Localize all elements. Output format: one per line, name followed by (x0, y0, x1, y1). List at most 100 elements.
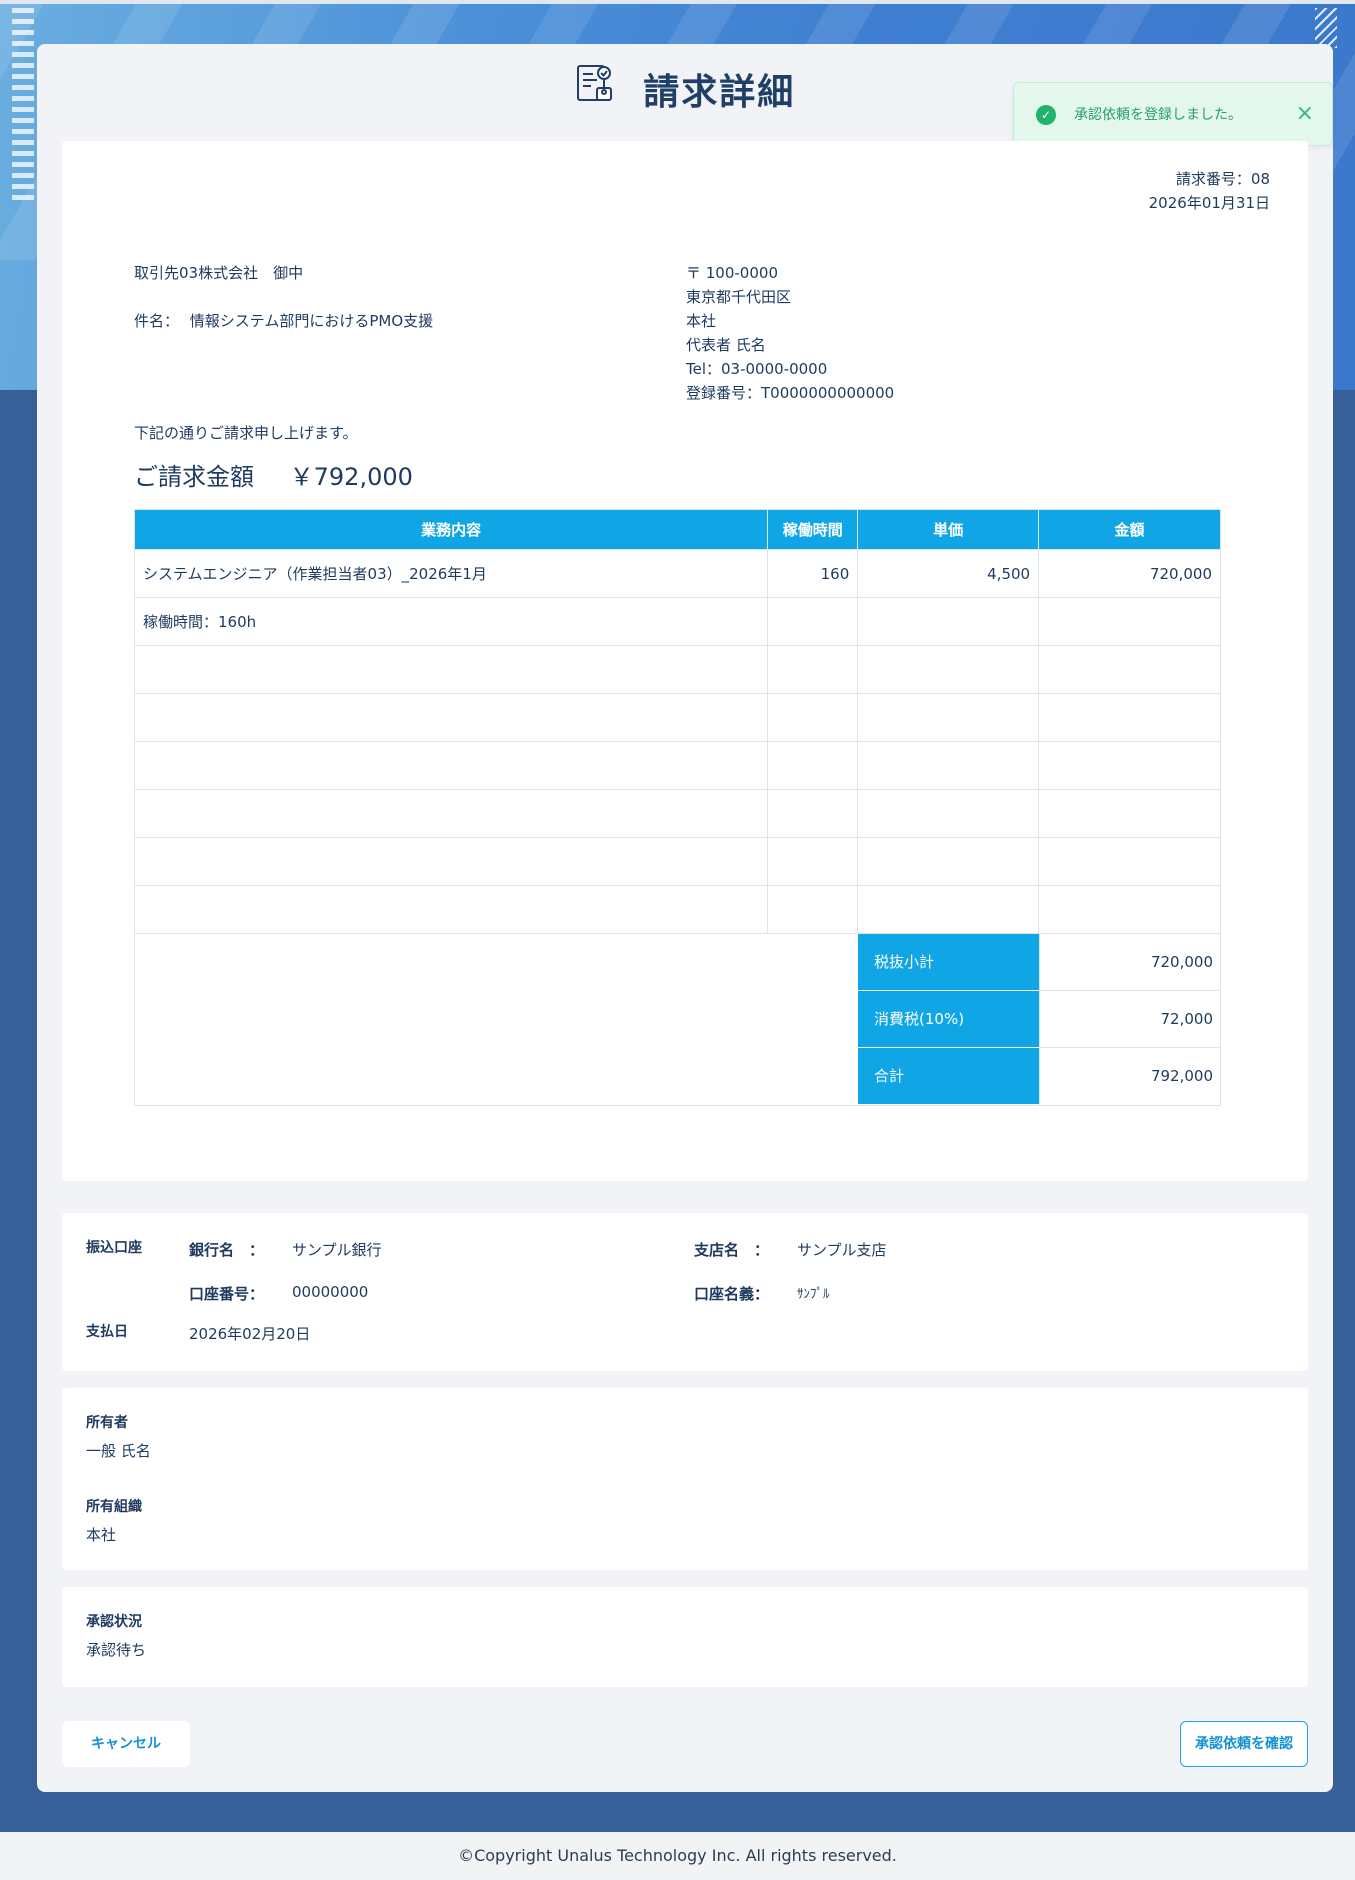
close-icon[interactable]: × (1296, 101, 1314, 127)
total-label: ご請求金額 (134, 463, 254, 491)
grand-total-value: 792,000 (1039, 1048, 1221, 1105)
table-cell (767, 837, 859, 886)
table-cell (133, 693, 769, 742)
footer-copyright: ©Copyright Unalus Technology Inc. All ri… (0, 1832, 1355, 1880)
table-cell (857, 741, 1040, 790)
tax-value: 72,000 (1039, 991, 1221, 1048)
column-header: 稼働時間 (767, 509, 859, 550)
sender-tel: Tel：03-0000-0000 (686, 360, 828, 378)
table-row (133, 837, 1221, 886)
tax-label: 消費税(10%) (858, 991, 1039, 1047)
table-row (133, 789, 1221, 838)
approval-status-value: 承認待ち (86, 1641, 147, 1659)
grand-total-label: 合計 (858, 1048, 1039, 1104)
table-cell (767, 885, 859, 934)
intro-text: 下記の通りご請求申し上げます。 (134, 424, 358, 442)
subtotal-value: 720,000 (1039, 934, 1221, 991)
subject-label: 件名： (134, 312, 180, 330)
branch-label: 支店名 ： (694, 1241, 770, 1259)
table-cell (767, 693, 859, 742)
toast-message: 承認依頼を登録しました。 (1074, 107, 1242, 123)
table-cell (133, 789, 769, 838)
table-cell: 稼働時間：160h (133, 597, 769, 646)
table-cell (133, 837, 769, 886)
table-row: 稼働時間：160h (133, 597, 1221, 646)
main-panel: 請求詳細 ✓ 承認依頼を登録しました。 × 請求番号：08 2026年01月31… (37, 44, 1333, 1792)
table-cell (857, 837, 1040, 886)
total-amount: ￥792,000 (289, 463, 413, 491)
subject-value: 情報システム部門におけるPMO支援 (189, 312, 434, 330)
table-cell: システムエンジニア（作業担当者03）_2026年1月 (133, 549, 769, 598)
cancel-button[interactable]: キャンセル (62, 1721, 190, 1767)
subtotal-label: 税抜小計 (858, 934, 1039, 990)
table-cell (1038, 741, 1221, 790)
page-title-text: 請求詳細 (643, 72, 796, 113)
branch-name: サンプル支店 (797, 1241, 887, 1259)
sender-registration: 登録番号：T0000000000000 (686, 384, 895, 402)
table-cell: 720,000 (1038, 549, 1221, 598)
bank-name-label: 銀行名 ： (189, 1241, 265, 1259)
account-number: 00000000 (292, 1283, 369, 1301)
table-cell (857, 693, 1040, 742)
table-cell (767, 741, 859, 790)
bank-info-card: 振込口座 銀行名 ： サンプル銀行 支店名 ： サンプル支店 口座番号： 000… (62, 1213, 1308, 1371)
table-cell (1038, 885, 1221, 934)
table-cell (857, 885, 1040, 934)
table-cell (1038, 645, 1221, 694)
table-cell: 160 (767, 549, 859, 598)
owner-card: 所有者 一般 氏名 所有組織 本社 (62, 1388, 1308, 1570)
table-cell (133, 741, 769, 790)
tax-row: 消費税(10%) 72,000 (858, 991, 1221, 1048)
owner-value: 一般 氏名 (86, 1442, 151, 1460)
table-cell (1038, 789, 1221, 838)
table-row: システムエンジニア（作業担当者03）_2026年1月 160 4,500 720… (133, 549, 1221, 598)
column-header: 金額 (1038, 509, 1221, 550)
table-cell (857, 645, 1040, 694)
sender-address: 東京都千代田区 (686, 288, 792, 306)
subject: 件名： 情報システム部門におけるPMO支援 (134, 309, 433, 333)
decorative-bars (12, 8, 34, 238)
approval-status-label: 承認状況 (86, 1614, 142, 1630)
account-name: ｻﾝﾌﾟﾙ (797, 1287, 830, 1302)
account-name-label: 口座名義： (694, 1285, 770, 1303)
invoice-meta: 請求番号：08 2026年01月31日 (1149, 167, 1270, 215)
invoice-date: 2026年01月31日 (1148, 194, 1270, 212)
top-line (0, 0, 1355, 4)
invoice-items-table: 業務内容 稼働時間 単価 金額 システムエンジニア（作業担当者03）_2026年… (133, 509, 1221, 934)
table-cell (767, 597, 859, 646)
table-cell (857, 789, 1040, 838)
invoice-card: 請求番号：08 2026年01月31日 取引先03株式会社 御中 件名： 情報シ… (62, 141, 1308, 1181)
success-toast: ✓ 承認依頼を登録しました。 × (1013, 82, 1333, 146)
owner-label: 所有者 (86, 1415, 128, 1431)
sender-info: 〒 100-0000 東京都千代田区 本社 代表者 氏名 Tel：03-0000… (686, 261, 894, 405)
check-circle-icon: ✓ (1036, 105, 1056, 125)
sender-branch: 本社 (686, 312, 717, 330)
invoice-number: 請求番号：08 (1175, 170, 1270, 188)
grand-total-row: 合計 792,000 (858, 1048, 1221, 1105)
subtotal-row: 税抜小計 720,000 (858, 934, 1221, 991)
client-name: 取引先03株式会社 御中 (134, 264, 304, 282)
bank-name: サンプル銀行 (292, 1241, 382, 1259)
organization-label: 所有組織 (86, 1499, 142, 1515)
table-cell (1038, 597, 1221, 646)
approval-status-card: 承認状況 承認待ち (62, 1587, 1308, 1687)
table-row (133, 693, 1221, 742)
table-cell (1038, 693, 1221, 742)
table-cell (857, 597, 1040, 646)
table-cell (767, 645, 859, 694)
invoice-summary: 税抜小計 720,000 消費税(10%) 72,000 合計 792,000 (134, 934, 1221, 1106)
table-cell (767, 789, 859, 838)
column-header: 業務内容 (133, 509, 769, 550)
table-row (133, 741, 1221, 790)
table-cell (1038, 837, 1221, 886)
confirm-approval-button[interactable]: 承認依頼を確認 (1180, 1721, 1308, 1767)
table-cell: 4,500 (857, 549, 1040, 598)
account-number-label: 口座番号： (189, 1285, 265, 1303)
decorative-hatch (1315, 8, 1337, 48)
pay-date: 2026年02月20日 (189, 1325, 311, 1343)
sender-postal: 〒 100-0000 (686, 264, 778, 282)
sender-representative: 代表者 氏名 (686, 336, 766, 354)
table-header-row: 業務内容 稼働時間 単価 金額 (133, 509, 1221, 550)
table-cell (133, 885, 769, 934)
total-amount-line: ご請求金額 ￥792,000 (134, 459, 413, 495)
